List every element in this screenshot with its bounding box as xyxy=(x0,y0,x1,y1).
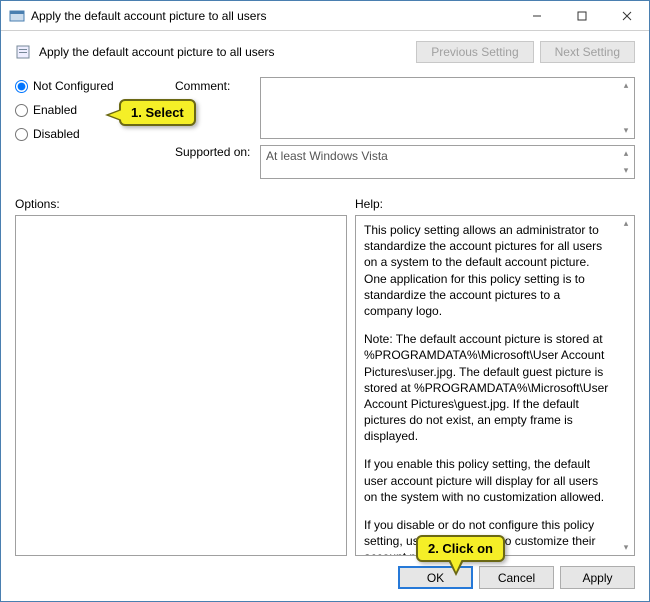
help-paragraph: This policy setting allows an administra… xyxy=(364,222,610,319)
radio-disabled-label: Disabled xyxy=(33,127,80,141)
window-title: Apply the default account picture to all… xyxy=(31,9,514,23)
policy-title: Apply the default account picture to all… xyxy=(39,45,416,59)
window-controls xyxy=(514,1,649,30)
annotation-click-on: 2. Click on xyxy=(416,535,505,562)
titlebar: Apply the default account picture to all… xyxy=(1,1,649,31)
dialog-footer: OK Cancel Apply xyxy=(15,556,635,589)
supported-on-label: Supported on: xyxy=(175,145,260,159)
minimize-button[interactable] xyxy=(514,1,559,30)
radio-not-configured-label: Not Configured xyxy=(33,79,114,93)
scroll-down-icon[interactable]: ▾ xyxy=(618,125,634,136)
previous-setting-button[interactable]: Previous Setting xyxy=(416,41,533,63)
radio-disabled[interactable]: Disabled xyxy=(15,127,175,141)
options-label: Options: xyxy=(15,197,355,211)
options-panel xyxy=(15,215,347,556)
scroll-up-icon[interactable]: ▴ xyxy=(618,80,634,91)
supported-scrollbar[interactable]: ▴ ▾ xyxy=(618,146,634,178)
maximize-button[interactable] xyxy=(559,1,604,30)
help-label: Help: xyxy=(355,197,383,211)
help-text: This policy setting allows an administra… xyxy=(356,216,618,555)
radio-enabled-input[interactable] xyxy=(15,104,28,117)
supported-on-field: At least Windows Vista ▴ ▾ xyxy=(260,145,635,179)
help-scrollbar[interactable]: ▴ ▾ xyxy=(618,216,634,555)
help-paragraph: Note: The default account picture is sto… xyxy=(364,331,610,444)
content-area: Apply the default account picture to all… xyxy=(1,31,649,601)
radio-disabled-input[interactable] xyxy=(15,128,28,141)
help-panel: This policy setting allows an administra… xyxy=(355,215,635,556)
scroll-up-icon[interactable]: ▴ xyxy=(618,148,634,159)
radio-enabled-label: Enabled xyxy=(33,103,77,117)
scroll-down-icon[interactable]: ▾ xyxy=(618,542,634,553)
cancel-button[interactable]: Cancel xyxy=(479,566,554,589)
policy-editor-window: Apply the default account picture to all… xyxy=(0,0,650,602)
comment-scrollbar[interactable]: ▴ ▾ xyxy=(618,78,634,138)
policy-icon xyxy=(15,44,31,60)
apply-button[interactable]: Apply xyxy=(560,566,635,589)
annotation-select: 1. Select xyxy=(119,99,196,126)
scroll-up-icon[interactable]: ▴ xyxy=(618,218,634,229)
supported-on-value: At least Windows Vista xyxy=(261,146,618,178)
radio-not-configured[interactable]: Not Configured xyxy=(15,79,175,93)
help-paragraph: If you enable this policy setting, the d… xyxy=(364,456,610,505)
close-button[interactable] xyxy=(604,1,649,30)
window-icon xyxy=(9,8,25,24)
radio-not-configured-input[interactable] xyxy=(15,80,28,93)
comment-field[interactable]: ▴ ▾ xyxy=(260,77,635,139)
state-radio-group: Not Configured Enabled 1. Select Disable… xyxy=(15,77,175,179)
header-row: Apply the default account picture to all… xyxy=(15,41,635,63)
next-setting-button[interactable]: Next Setting xyxy=(540,41,635,63)
comment-value[interactable] xyxy=(261,78,618,138)
scroll-down-icon[interactable]: ▾ xyxy=(618,165,634,176)
